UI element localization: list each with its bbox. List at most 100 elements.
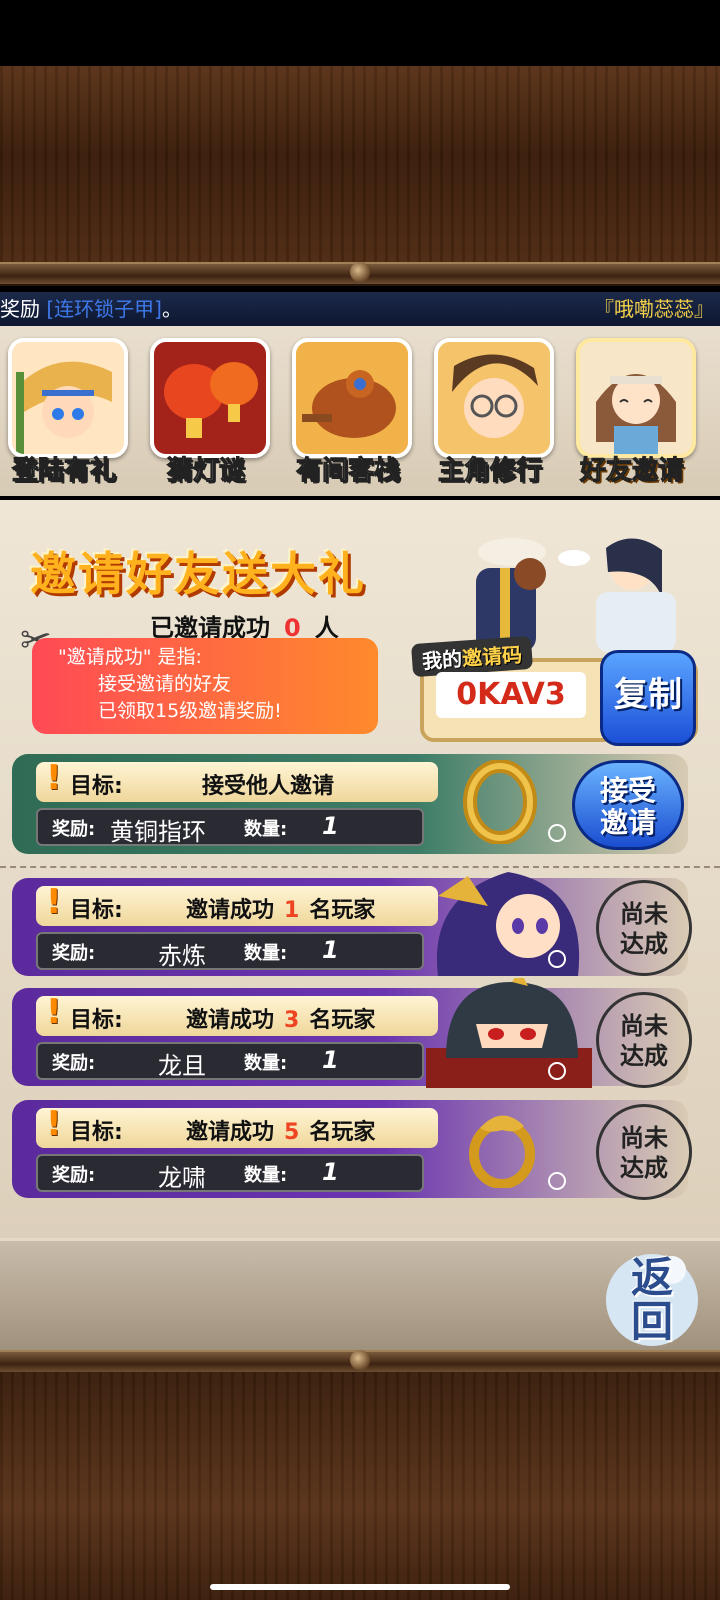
ticker-item: [连环锁子甲] (46, 297, 162, 321)
code-label-b: 邀请码 (461, 642, 523, 671)
magnify-icon[interactable] (548, 824, 566, 842)
ticker-text: 奖励 (0, 297, 40, 321)
tab-lantern-riddle[interactable]: 猜灯谜 (144, 334, 270, 492)
status-line: 达成 (620, 1042, 668, 1070)
goal-prefix: 邀请成功 (186, 1120, 275, 1145)
code-label-a: 我的 (421, 646, 463, 674)
tab-protagonist-training[interactable]: 主角修行 (428, 334, 554, 492)
accept-label-1: 接受 (599, 774, 656, 807)
wood-panel-bottom (0, 1372, 720, 1600)
exclamation-icon: ! (46, 1104, 62, 1144)
exclamation-icon: ! (46, 992, 62, 1032)
reward-title: 奖励: (52, 1165, 96, 1186)
status-line: 达成 (620, 1154, 668, 1182)
roast-chicken-icon (292, 338, 412, 458)
copy-code-button[interactable]: 复制 (600, 650, 696, 746)
note-line: 接受邀请的好友 (98, 673, 232, 695)
invite-headline: 邀请好友送大礼 (30, 547, 366, 601)
qty-title: 数量: (244, 1165, 288, 1186)
note-line: 已领取15级邀请奖励! (98, 700, 282, 722)
qty-title: 数量: (244, 1053, 288, 1074)
invite-characters-illustration (456, 528, 692, 652)
purple-hair-hero-portrait[interactable] (418, 866, 608, 978)
hero-avatar-icon (8, 338, 128, 458)
reward-pill: 奖励: 龙啸 数量: 1 (36, 1154, 424, 1192)
qty-value: 1 (322, 936, 339, 964)
tab-label: 主角修行 (437, 456, 542, 487)
reward-name: 龙啸 (158, 1164, 206, 1192)
goal-pill: ! 目标: 邀请成功 1 名玩家 (36, 882, 438, 926)
tab-label: 猜灯谜 (166, 456, 245, 487)
exclamation-icon: ! (46, 758, 62, 798)
home-indicator (210, 1584, 510, 1590)
reward-pill: 奖励: 赤炼 数量: 1 (36, 932, 424, 970)
goal-title: 目标: (70, 1120, 123, 1145)
scroll-rail-top (0, 262, 720, 286)
tab-label: 好友邀请 (579, 456, 684, 487)
goal-number: 1 (284, 898, 300, 923)
status-line: 尚未 (620, 1012, 668, 1040)
ticker-end: 。 (161, 297, 182, 321)
goal-desc: 邀请成功 3 名玩家 (186, 1002, 375, 1034)
back-button[interactable]: 返回 (602, 1250, 702, 1350)
goal-prefix: 邀请成功 (186, 1008, 275, 1033)
goal-title: 目标: (70, 774, 123, 799)
goal-number: 5 (284, 1120, 300, 1145)
reward-name: 赤炼 (158, 942, 206, 970)
dragon-ring-icon[interactable] (460, 1104, 544, 1189)
lantern-icon (150, 338, 270, 458)
back-line: 回 (630, 1297, 673, 1346)
goal-desc: 邀请成功 1 名玩家 (186, 892, 375, 924)
status-stamp: 尚未 达成 (596, 880, 692, 976)
armored-hero-portrait[interactable] (416, 970, 602, 1088)
section-divider (0, 866, 720, 868)
ticker-player: 『哦嘞蕊蕊』 (594, 297, 714, 321)
announcement-ticker: 奖励 [连环锁子甲]。 『哦嘞蕊蕊』 (0, 292, 720, 328)
tab-label: 有间客栈 (295, 456, 400, 487)
goal-desc: 接受他人邀请 (202, 774, 335, 799)
qty-title: 数量: (244, 943, 288, 964)
goal-suffix: 名玩家 (309, 1120, 376, 1145)
brass-ring-icon[interactable] (458, 759, 542, 845)
back-label: 返回 (606, 1256, 698, 1344)
status-line: 达成 (620, 930, 668, 958)
qty-title: 数量: (244, 819, 288, 840)
back-line: 返 (630, 1253, 673, 1302)
status-stamp: 尚未 达成 (596, 1104, 692, 1200)
exclamation-icon: ! (46, 882, 62, 922)
reward-pill: 奖励: 龙且 数量: 1 (36, 1042, 424, 1080)
girl-avatar-icon (576, 338, 696, 458)
goal-pill: ! 目标: 邀请成功 5 名玩家 (36, 1104, 438, 1148)
goal-title: 目标: (70, 1008, 123, 1033)
goal-desc: 邀请成功 5 名玩家 (186, 1114, 375, 1146)
tab-friend-invite[interactable]: 好友邀请 (570, 334, 696, 492)
reward-title: 奖励: (52, 1053, 96, 1074)
magnify-icon[interactable] (548, 1062, 566, 1080)
wood-panel-top (0, 66, 720, 264)
tab-inn[interactable]: 有间客栈 (286, 334, 412, 492)
rail-knob (350, 1350, 370, 1370)
goal-pill: ! 目标: 接受他人邀请 (36, 758, 438, 802)
goal-pill: ! 目标: 邀请成功 3 名玩家 (36, 992, 438, 1036)
activity-tabs: 登陆有礼 猜灯谜 有间客栈 主角修行 好友邀请 (0, 326, 720, 496)
invite-note: "邀请成功" 是指: 接受邀请的好友 已领取15级邀请奖励! (32, 638, 378, 734)
status-line: 尚未 (620, 1124, 668, 1152)
status-stamp: 尚未 达成 (596, 992, 692, 1088)
goal-suffix: 名玩家 (309, 1008, 376, 1033)
qty-value: 1 (322, 1046, 339, 1074)
reward-title: 奖励: (52, 943, 96, 964)
glasses-boy-icon (434, 338, 554, 458)
reward-name: 黄铜指环 (110, 818, 206, 846)
rail-knob (350, 262, 370, 282)
magnify-icon[interactable] (548, 950, 566, 968)
tab-login-reward[interactable]: 登陆有礼 (2, 334, 128, 492)
qty-value: 1 (322, 812, 339, 840)
status-bar (0, 0, 720, 66)
invite-code-value: 0KAV3 (436, 672, 586, 718)
reward-title: 奖励: (52, 819, 96, 840)
magnify-icon[interactable] (548, 1172, 566, 1190)
goal-suffix: 名玩家 (309, 898, 376, 923)
scroll-rail-bottom (0, 1350, 720, 1374)
accept-invite-button[interactable]: 接受 邀请 (572, 760, 684, 850)
reward-name: 龙且 (158, 1052, 206, 1080)
